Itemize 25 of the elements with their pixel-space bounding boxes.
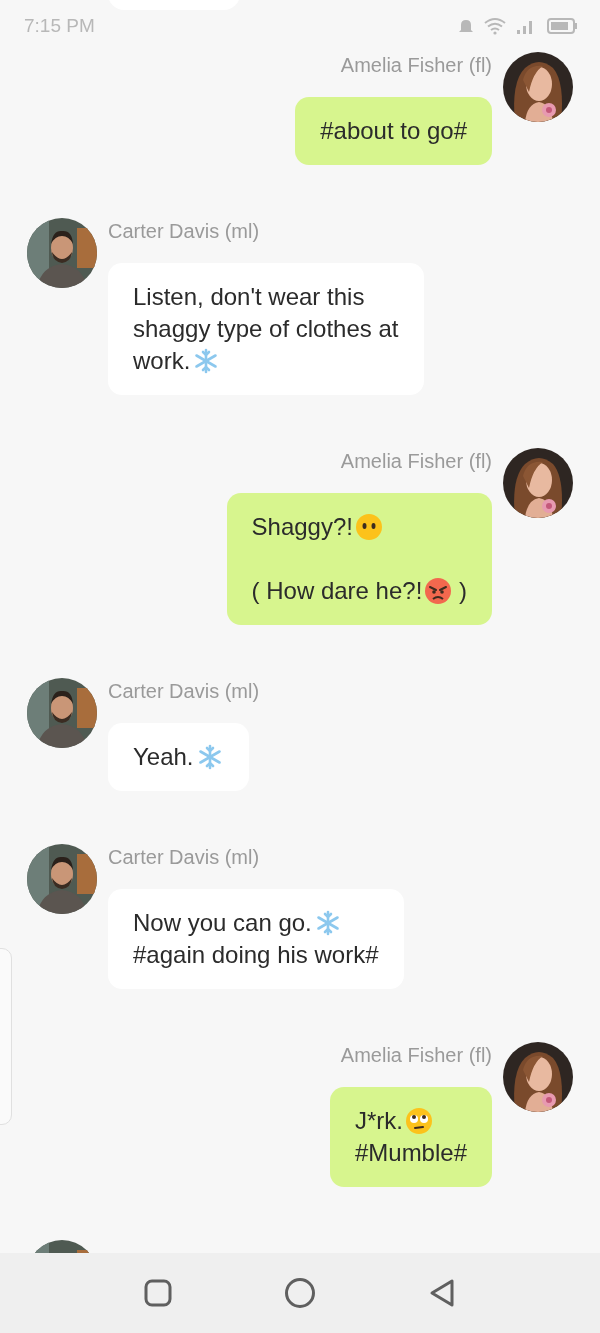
- angry-face-emoji-icon: [424, 577, 453, 605]
- sender-name: Carter Davis (ml): [108, 845, 260, 870]
- message-text: Now you can go.: [133, 908, 312, 938]
- message-text: Shaggy?!: [251, 512, 353, 542]
- message-text: ): [458, 576, 467, 606]
- message-text: shaggy type of clothes at: [133, 314, 399, 344]
- bell-icon: [458, 17, 474, 35]
- sender-name: Amelia Fisher (fl): [340, 53, 492, 78]
- message-text: Yeah.: [133, 742, 194, 772]
- message-text: Listen, don't wear this: [133, 282, 365, 312]
- message-text: #about to go#: [320, 116, 467, 146]
- message-text: #Mumble#: [354, 1138, 467, 1168]
- sender-name: Carter Davis (ml): [108, 219, 260, 244]
- message-text: J*rk.: [354, 1106, 403, 1136]
- sender-name: Amelia Fisher (fl): [340, 449, 492, 474]
- eye-roll-emoji-icon: [404, 1107, 433, 1135]
- sender-name: Amelia Fisher (fl): [340, 1043, 492, 1068]
- battery-icon: [546, 17, 578, 35]
- message-text: ( How dare he?!: [251, 576, 423, 606]
- message-text: #again doing his work#: [133, 940, 379, 970]
- wifi-icon: [484, 17, 506, 35]
- message-text: work.: [133, 346, 191, 376]
- sender-name: Carter Davis (ml): [108, 679, 260, 704]
- blank-face-emoji-icon: [355, 513, 383, 541]
- status-time: 7:15 PM: [24, 15, 95, 37]
